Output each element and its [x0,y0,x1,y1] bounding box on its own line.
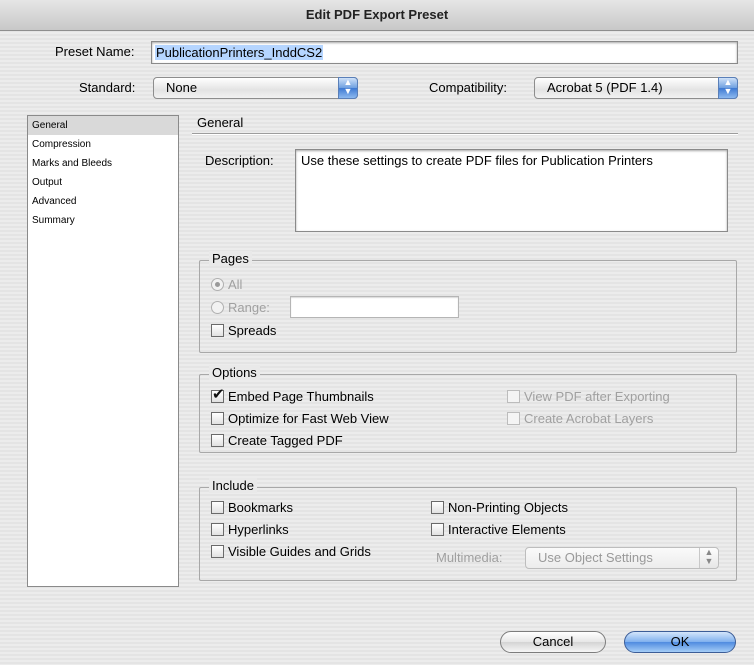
multimedia-popup[interactable]: Use Object Settings ▲ ▼ [525,547,719,569]
standard-popup[interactable]: None ▲ ▼ [153,77,358,99]
compatibility-label: Compatibility: [429,80,508,95]
cancel-button[interactable]: Cancel [500,631,606,653]
compatibility-value: Acrobat 5 (PDF 1.4) [547,80,663,95]
section-divider [192,133,738,135]
checkbox-icon [507,412,520,425]
options-group-title: Options [209,365,260,380]
embed-thumbnails-checkbox[interactable]: Embed Page Thumbnails [211,386,374,405]
preset-name-label: Preset Name: [55,44,135,59]
radio-selected-icon [211,278,224,291]
checkbox-icon [211,501,224,514]
pages-group [199,260,737,353]
sidebar-item-advanced[interactable]: Advanced [28,192,178,211]
include-group-title: Include [209,478,257,493]
spreads-label: Spreads [228,323,277,338]
guides-grids-checkbox[interactable]: Visible Guides and Grids [211,543,371,560]
popup-arrows-icon: ▲ ▼ [338,77,358,99]
checkbox-icon [211,324,224,337]
standard-label: Standard: [79,80,136,95]
optimize-web-label: Optimize for Fast Web View [228,411,389,426]
section-title-general: General [197,115,244,130]
non-printing-checkbox[interactable]: Non-Printing Objects [431,499,568,516]
popup-arrows-icon: ▲ ▼ [718,77,738,99]
checkbox-icon [211,523,224,536]
pages-range-radio[interactable]: Range: [211,299,270,316]
category-list: General Compression Marks and Bleeds Out… [27,115,179,587]
optimize-web-checkbox[interactable]: Optimize for Fast Web View [211,410,389,427]
embed-thumbnails-label: Embed Page Thumbnails [228,389,374,404]
edit-pdf-export-preset-dialog: Edit PDF Export Preset Preset Name: Publ… [0,0,754,665]
acrobat-layers-label: Create Acrobat Layers [524,411,654,426]
sidebar-item-output[interactable]: Output [28,173,178,192]
checkbox-icon [211,545,224,558]
tagged-pdf-checkbox[interactable]: Create Tagged PDF [211,432,343,449]
checkbox-icon [431,523,444,536]
interactive-elements-label: Interactive Elements [448,522,566,537]
guides-grids-label: Visible Guides and Grids [228,544,371,559]
sidebar-item-general[interactable]: General [28,116,178,135]
view-after-export-label: View PDF after Exporting [524,389,670,404]
checkbox-icon [211,412,224,425]
spreads-checkbox[interactable]: Spreads [211,322,276,339]
hyperlinks-label: Hyperlinks [228,522,289,537]
non-printing-label: Non-Printing Objects [448,500,568,515]
popup-arrows-icon: ▲ ▼ [699,548,718,568]
pages-range-input[interactable] [290,296,459,318]
checkbox-checked-icon [211,386,225,403]
pages-all-radio[interactable]: All [211,276,242,293]
description-label: Description: [205,153,274,168]
window-title: Edit PDF Export Preset [0,0,754,31]
checkbox-icon [211,434,224,447]
acrobat-layers-checkbox[interactable]: Create Acrobat Layers [507,410,653,427]
preset-name-input[interactable]: PublicationPrinters_InddCS2 [151,41,738,64]
pages-all-label: All [228,277,243,292]
sidebar-item-compression[interactable]: Compression [28,135,178,154]
sidebar-item-marks-and-bleeds[interactable]: Marks and Bleeds [28,154,178,173]
description-value: Use these settings to create PDF files f… [301,153,653,168]
checkbox-icon [431,501,444,514]
multimedia-label: Multimedia: [436,550,503,565]
radio-icon [211,301,224,314]
bookmarks-checkbox[interactable]: Bookmarks [211,499,293,516]
multimedia-value: Use Object Settings [538,550,653,565]
ok-button[interactable]: OK [624,631,736,653]
tagged-pdf-label: Create Tagged PDF [228,433,343,448]
view-after-export-checkbox[interactable]: View PDF after Exporting [507,388,670,405]
description-textarea[interactable]: Use these settings to create PDF files f… [295,149,728,232]
sidebar-item-summary[interactable]: Summary [28,211,178,230]
preset-name-value: PublicationPrinters_InddCS2 [155,45,324,60]
compatibility-popup[interactable]: Acrobat 5 (PDF 1.4) ▲ ▼ [534,77,738,99]
checkbox-icon [507,390,520,403]
standard-value: None [166,80,198,95]
bookmarks-label: Bookmarks [228,500,294,515]
hyperlinks-checkbox[interactable]: Hyperlinks [211,521,289,538]
interactive-elements-checkbox[interactable]: Interactive Elements [431,521,566,538]
pages-range-label: Range: [228,300,270,315]
pages-group-title: Pages [209,251,252,266]
